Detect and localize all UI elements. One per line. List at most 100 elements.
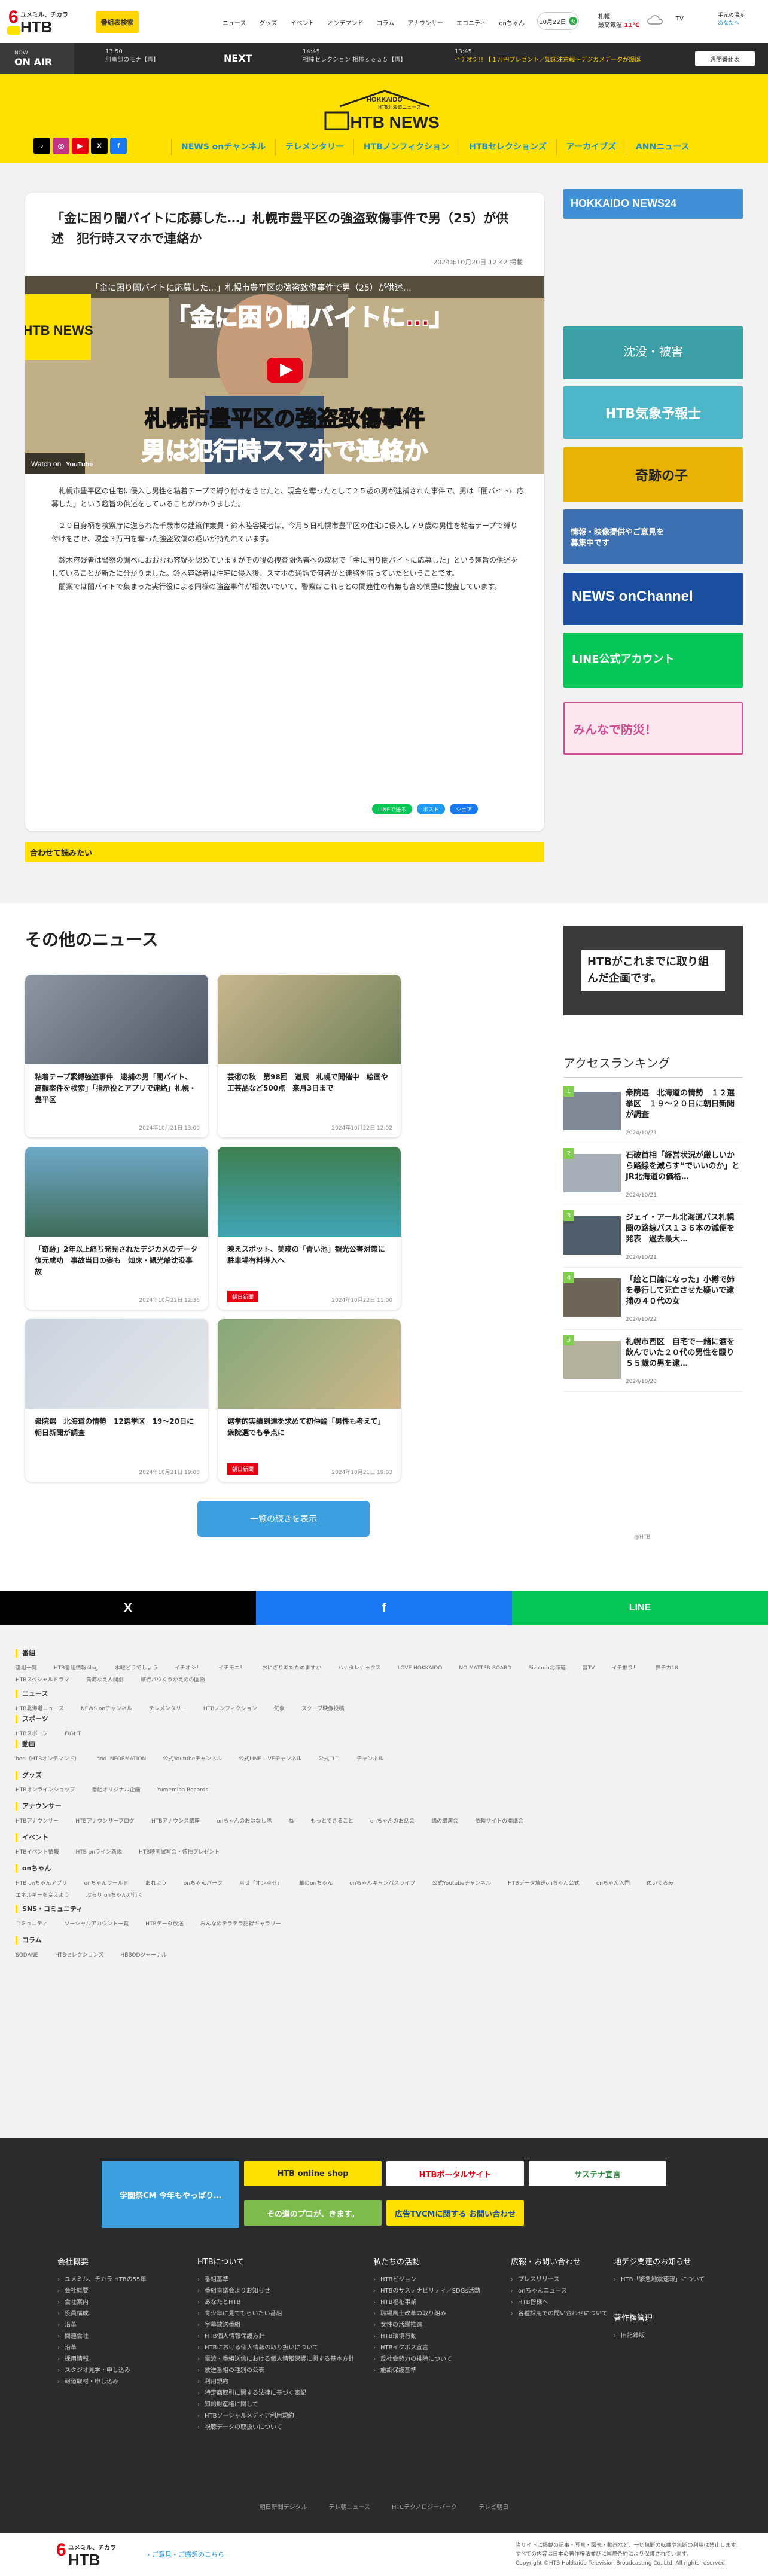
sitemap-link[interactable]: ハナタレナックス	[338, 1662, 381, 1674]
sitemap-link[interactable]: ね	[288, 1815, 294, 1827]
sitemap-link[interactable]: 依頼サイトの開講会	[475, 1815, 523, 1827]
sitemap-link[interactable]: ソーシャルアカウント一覧	[64, 1918, 129, 1930]
footer-link[interactable]: HTB福祉事業	[373, 2297, 493, 2308]
sitemap-link[interactable]: HTB onちゃんアプリ	[16, 1878, 68, 1890]
footer-banner-portal[interactable]: HTBポータルサイト	[386, 2161, 524, 2186]
youtube-icon[interactable]: ▶	[72, 138, 89, 154]
sitemap-link[interactable]: HTBデータ放送	[145, 1918, 183, 1930]
topnav-item[interactable]: イベント	[291, 18, 315, 27]
nav-ann-news[interactable]: ANNニュース	[625, 139, 699, 155]
news-card[interactable]: 粘着テープ緊縛強盗事件 逮捕の男「闇バイト、高額案件を検索」「指示役とアプリで連…	[25, 975, 208, 1137]
line-account-banner[interactable]: LINE公式アカウント	[563, 633, 743, 688]
sitemap-link[interactable]: コミュニティ	[16, 1918, 47, 1930]
footer-link[interactable]: 会社概要	[57, 2285, 177, 2297]
footer-banner-pro[interactable]: その道のプロが、きます。	[244, 2200, 382, 2226]
sitemap-link[interactable]: HTBオンラインショップ	[16, 1784, 75, 1796]
sitemap-link[interactable]: FIGHT	[65, 1728, 81, 1740]
sitemap-link[interactable]: onちゃんのおはなし隊	[217, 1815, 272, 1827]
news-card[interactable]: 「奇跡」2年以上経ち発見されたデジカメのデータ復元成功 事故当日の姿も 知床・観…	[25, 1147, 208, 1310]
sitemap-link[interactable]: 公式LINE LIVEチャンネル	[239, 1753, 301, 1765]
footer-link[interactable]: 電波・番組送信における個人情報保護に関する基本方針	[197, 2354, 359, 2365]
sitemap-link[interactable]: onちゃんのお話会	[370, 1815, 415, 1827]
sitemap-link[interactable]: onちゃんキャンパスライブ	[349, 1878, 415, 1890]
sitemap-link[interactable]: HTBイベント情報	[16, 1846, 59, 1858]
sitemap-link[interactable]: 公式Youtubeチャンネル	[163, 1753, 222, 1765]
footer-link[interactable]: 沿革	[57, 2319, 177, 2331]
footer-link[interactable]: 各種採用での問い合わせについて	[511, 2308, 630, 2319]
sitemap-link[interactable]: テレメンタリー	[149, 1703, 187, 1715]
sitemap-link[interactable]: HTBアナウンサー	[16, 1815, 59, 1827]
topnav-item[interactable]: ニュース	[223, 18, 246, 27]
sitemap-link[interactable]: スクープ映像投稿	[301, 1703, 344, 1715]
tv-icon[interactable]: TV	[676, 16, 684, 22]
news-card[interactable]: 映えスポット、美瑛の「青い池」観光公害対策に駐車場有料導入へ 朝日新聞 2024…	[218, 1147, 401, 1310]
sitemap-link[interactable]: HTBアナウンサーブログ	[75, 1815, 135, 1827]
footer-link[interactable]: 旧記録版	[614, 2330, 733, 2342]
disaster-prevention-banner[interactable]: みんなで防災！	[563, 702, 743, 755]
htb-logo[interactable]: 6 ユメミル、チカラ HTB	[7, 6, 75, 36]
footer-link[interactable]: 特定商取引に関する法律に基づく表記	[197, 2388, 359, 2399]
ranking-item[interactable]: 2 石破首相「経営状況が厳しいから路線を減らす“でいいのか」と JR北海道の価格…	[563, 1148, 743, 1205]
ranking-item[interactable]: 4 「絵と口論になった」小樽で姉を暴行して死亡させた疑いで逮捕の４０代の女 20…	[563, 1272, 743, 1330]
sitemap-link[interactable]: 番組オリジナル企画	[92, 1784, 140, 1796]
footer-htb-logo[interactable]: 6 ユメミル、チカラ HTB	[56, 2539, 123, 2569]
footer-link[interactable]: 関連会社	[57, 2331, 177, 2342]
video-player[interactable]: HTB NEWS 「金に困り闇バイトに応募した…」札幌市豊平区の強盗致傷事件で男…	[25, 276, 544, 474]
news24-banner[interactable]: HOKKAIDO NEWS24	[563, 189, 743, 219]
footer-link[interactable]: onちゃんニュース	[511, 2285, 630, 2297]
show-more-button[interactable]: 一覧の続きを表示	[197, 1501, 370, 1537]
sitemap-link[interactable]: 幸せ「オン幸ゼ」	[239, 1878, 282, 1890]
topnav-item[interactable]: onちゃん	[499, 18, 524, 27]
footer-link[interactable]: 知的財産権に関して	[197, 2399, 359, 2410]
facebook-share-big[interactable]: f	[256, 1591, 512, 1625]
nav-selections[interactable]: HTBセレクションズ	[459, 139, 556, 155]
topnav-item[interactable]: エコニティ	[456, 18, 486, 27]
footer-link[interactable]: 採用情報	[57, 2354, 177, 2365]
topnav-item[interactable]: グッズ	[260, 18, 278, 27]
sitemap-link[interactable]: あれよう	[145, 1878, 167, 1890]
htb-news-logo[interactable]: HOKKAIDO HTB北海道ニュース HTB NEWS	[322, 88, 447, 134]
weather-forecaster-banner[interactable]: HTB気象予報士	[563, 386, 743, 439]
footer-link[interactable]: HTB環境行動	[373, 2331, 493, 2342]
weather-widget[interactable]: 札幌 最高気温 11℃	[598, 13, 639, 30]
sitemap-link[interactable]: HTBスペシャルドラマ	[16, 1674, 69, 1686]
footer-link[interactable]: スタジオ見学・申し込み	[57, 2365, 177, 2376]
sitemap-link[interactable]: HTB北海道ニュース	[16, 1703, 64, 1715]
sitemap-link[interactable]: 夢チカ18	[655, 1662, 678, 1674]
ranking-item[interactable]: 5 札幌市西区 自宅で一緒に酒を飲んでいた２０代の男性を殴り５５歳の男を逮… 2…	[563, 1335, 743, 1392]
footer-link[interactable]: HTBビジョン	[373, 2274, 493, 2285]
footer-link[interactable]: 役員構成	[57, 2308, 177, 2319]
line-share-big[interactable]: LINE	[512, 1591, 768, 1625]
footer-link[interactable]: 字幕放送番組	[197, 2319, 359, 2331]
next-program[interactable]: 14:45 相棒セレクション 相棒ｓｅａ５【再】	[303, 48, 406, 65]
footer-link[interactable]: 会社案内	[57, 2297, 177, 2308]
footer-link[interactable]: 利用規約	[197, 2376, 359, 2388]
footer-banner-cm[interactable]: 学園祭CM 今年もやっぱり…	[102, 2161, 239, 2228]
footer-link[interactable]: 沿革	[57, 2342, 177, 2354]
sitemap-link[interactable]: onちゃん入門	[596, 1878, 630, 1890]
topnav-item[interactable]: コラム	[377, 18, 395, 27]
info-submission-banner[interactable]: 情報・映像提供やご意見を募集中です	[563, 509, 743, 564]
sitemap-link[interactable]: ぶらり onちゃんが行く	[86, 1890, 143, 1902]
footer-link[interactable]: HTBのサステナビリティ／SDGs活動	[373, 2285, 493, 2297]
news-card[interactable]: 衆院選 北海道の情勢 12選挙区 19～20日に朝日新聞が調査 2024年10月…	[25, 1319, 208, 1482]
sitemap-link[interactable]: HTBデータ放送onちゃん公式	[508, 1878, 580, 1890]
sitemap-link[interactable]: チャンネル	[356, 1753, 383, 1765]
nav-nonfiction[interactable]: HTBノンフィクション	[353, 139, 459, 155]
footer-link[interactable]: 報道取材・申し込み	[57, 2376, 177, 2388]
sitemap-link[interactable]: 番組一覧	[16, 1662, 37, 1674]
news-on-channel-banner[interactable]: NEWS onChannel	[563, 573, 743, 625]
sitemap-link[interactable]: HTBアナウンス講座	[151, 1815, 200, 1827]
sitemap-link[interactable]: イチ推り！	[611, 1662, 638, 1674]
news-card[interactable]: 芸術の秋 第98回 道展 札幌で開催中 絵画や工芸品など500点 来月3日まで …	[218, 975, 401, 1137]
footer-link[interactable]: 施設保護基準	[373, 2365, 493, 2376]
htb-projects-banner[interactable]: HTBがこれまでに取り組んだ企画です。	[563, 926, 743, 1015]
sitemap-link[interactable]: LOVE HOKKAIDO	[398, 1662, 443, 1674]
sitemap-link[interactable]: おにぎりあたためますか	[262, 1662, 321, 1674]
weekly-schedule-button[interactable]: 週間番組表	[695, 51, 755, 66]
user-area[interactable]: 手元の温度 あなたへ	[718, 12, 745, 28]
sitemap-link[interactable]: 公式Youtubeチャンネル	[432, 1878, 491, 1890]
sitemap-link[interactable]: NEWS onチャンネル	[81, 1703, 132, 1715]
footer-link[interactable]: 視聴データの取扱いについて	[197, 2422, 359, 2433]
footer-link[interactable]: 女性の活躍推進	[373, 2319, 493, 2331]
